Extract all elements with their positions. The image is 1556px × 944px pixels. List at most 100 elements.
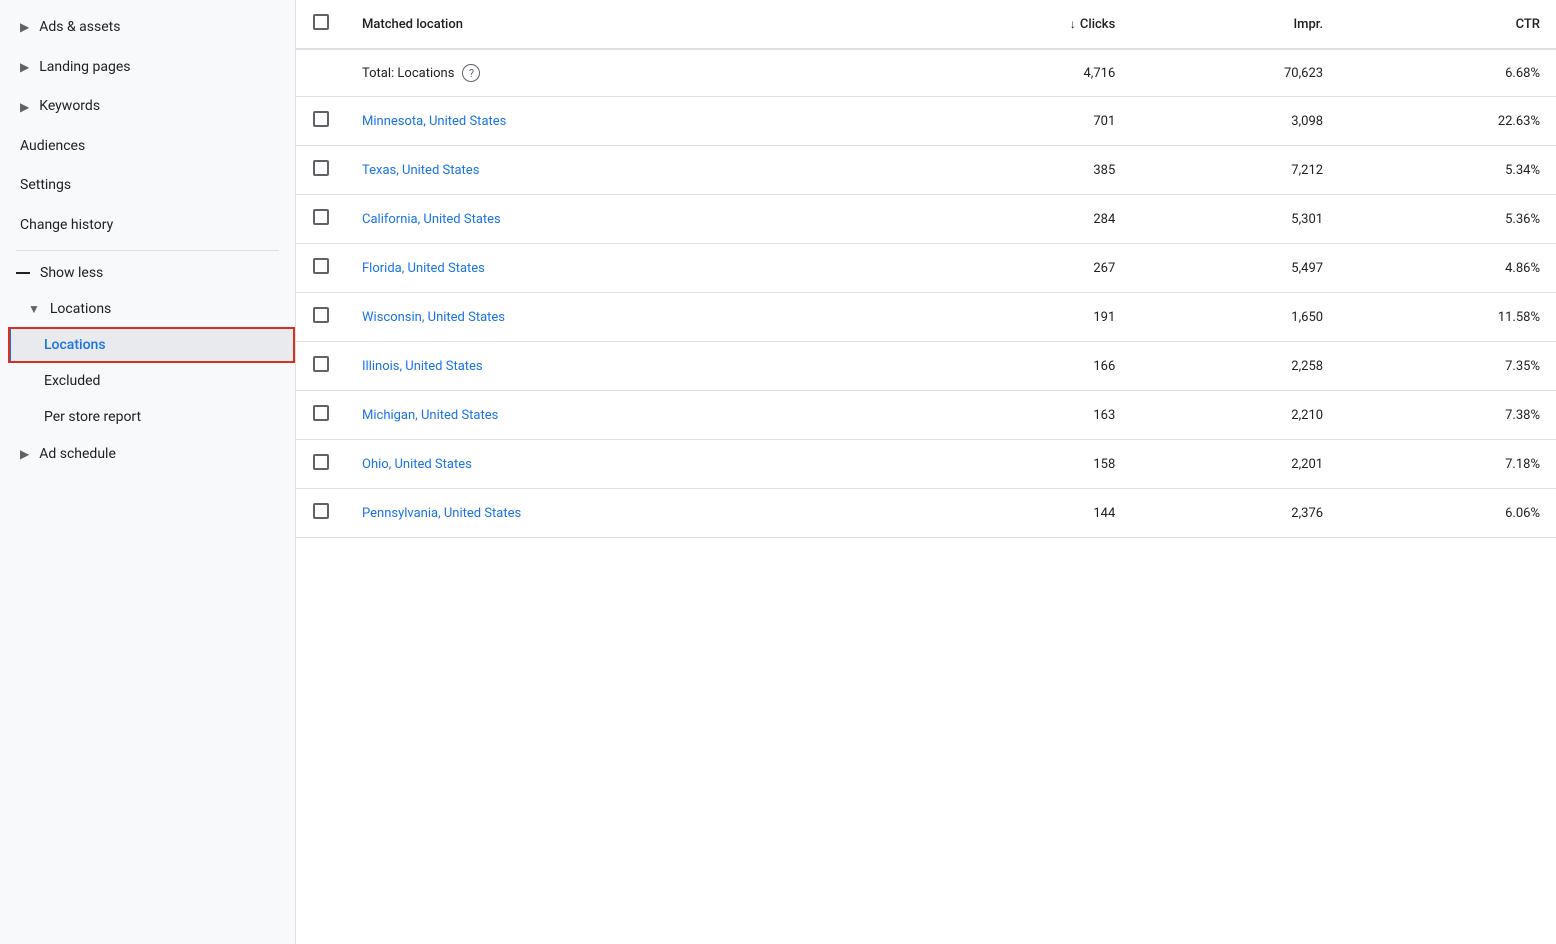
- row-impr: 2,210: [1131, 391, 1339, 440]
- row-checkbox[interactable]: [313, 503, 329, 519]
- expand-arrow-icon: ▶: [20, 446, 29, 463]
- sidebar-item-landing-pages[interactable]: ▶ Landing pages: [0, 48, 295, 88]
- row-ctr: 6.06%: [1339, 489, 1556, 538]
- locations-sub-label: Locations: [44, 337, 106, 353]
- info-icon[interactable]: ?: [462, 64, 480, 82]
- sidebar-item-per-store-report[interactable]: Per store report: [8, 399, 295, 435]
- row-location: Michigan, United States: [346, 391, 905, 440]
- sidebar-item-locations[interactable]: Locations: [8, 327, 295, 363]
- total-checkbox-cell: [296, 49, 346, 97]
- total-locations-text: Total: Locations: [362, 66, 454, 81]
- sidebar-item-change-history[interactable]: Change history: [0, 206, 295, 246]
- table-row: Texas, United States 385 7,212 5.34%: [296, 146, 1556, 195]
- sidebar-item-audiences[interactable]: Audiences: [0, 127, 295, 167]
- row-checkbox[interactable]: [313, 307, 329, 323]
- location-link[interactable]: Minnesota, United States: [362, 114, 506, 129]
- row-checkbox[interactable]: [313, 111, 329, 127]
- row-location: Florida, United States: [346, 244, 905, 293]
- locations-header[interactable]: ▼ Locations: [8, 291, 295, 327]
- location-link[interactable]: Ohio, United States: [362, 457, 472, 472]
- row-clicks: 163: [905, 391, 1131, 440]
- location-link[interactable]: California, United States: [362, 212, 501, 227]
- row-impr: 5,301: [1131, 195, 1339, 244]
- total-row: Total: Locations ? 4,716 70,623 6.68%: [296, 49, 1556, 97]
- sidebar-item-label: Keywords: [39, 97, 100, 117]
- row-ctr: 7.35%: [1339, 342, 1556, 391]
- sort-down-icon: ↓: [1070, 17, 1076, 31]
- row-checkbox-cell[interactable]: [296, 195, 346, 244]
- row-impr: 2,201: [1131, 440, 1339, 489]
- row-location: Wisconsin, United States: [346, 293, 905, 342]
- location-link[interactable]: Texas, United States: [362, 163, 479, 178]
- location-link[interactable]: Michigan, United States: [362, 408, 498, 423]
- row-clicks: 158: [905, 440, 1131, 489]
- locations-header-label: Locations: [50, 301, 111, 317]
- total-ctr: 6.68%: [1339, 49, 1556, 97]
- row-clicks: 166: [905, 342, 1131, 391]
- sidebar-item-ad-schedule[interactable]: ▶ Ad schedule: [0, 435, 295, 475]
- header-clicks[interactable]: ↓Clicks: [905, 0, 1131, 49]
- table-row: Pennsylvania, United States 144 2,376 6.…: [296, 489, 1556, 538]
- table-row: Minnesota, United States 701 3,098 22.63…: [296, 97, 1556, 146]
- total-label-cell: Total: Locations ?: [346, 49, 905, 97]
- row-impr: 5,497: [1131, 244, 1339, 293]
- header-impr[interactable]: Impr.: [1131, 0, 1339, 49]
- table-row: Illinois, United States 166 2,258 7.35%: [296, 342, 1556, 391]
- row-impr: 1,650: [1131, 293, 1339, 342]
- table-row: Florida, United States 267 5,497 4.86%: [296, 244, 1556, 293]
- row-checkbox-cell[interactable]: [296, 440, 346, 489]
- row-ctr: 4.86%: [1339, 244, 1556, 293]
- table-row: Michigan, United States 163 2,210 7.38%: [296, 391, 1556, 440]
- sidebar-item-ads-assets[interactable]: ▶ Ads & assets: [0, 8, 295, 48]
- table-header-row: Matched location ↓Clicks Impr. CTR: [296, 0, 1556, 49]
- sidebar-item-settings[interactable]: Settings: [0, 166, 295, 206]
- row-ctr: 5.36%: [1339, 195, 1556, 244]
- row-location: Texas, United States: [346, 146, 905, 195]
- row-clicks: 267: [905, 244, 1131, 293]
- row-location: Minnesota, United States: [346, 97, 905, 146]
- table-row: California, United States 284 5,301 5.36…: [296, 195, 1556, 244]
- sidebar-item-label: Ads & assets: [39, 18, 120, 38]
- row-ctr: 5.34%: [1339, 146, 1556, 195]
- row-impr: 2,376: [1131, 489, 1339, 538]
- row-checkbox[interactable]: [313, 258, 329, 274]
- row-checkbox-cell[interactable]: [296, 293, 346, 342]
- row-checkbox[interactable]: [313, 209, 329, 225]
- row-checkbox[interactable]: [313, 405, 329, 421]
- row-location: Illinois, United States: [346, 342, 905, 391]
- excluded-label: Excluded: [44, 373, 100, 389]
- header-checkbox-col[interactable]: [296, 0, 346, 49]
- row-checkbox-cell[interactable]: [296, 391, 346, 440]
- expand-arrow-icon: ▶: [20, 99, 29, 116]
- row-checkbox[interactable]: [313, 356, 329, 372]
- show-less-label: Show less: [40, 265, 103, 281]
- sidebar-item-excluded[interactable]: Excluded: [8, 363, 295, 399]
- sidebar-item-keywords[interactable]: ▶ Keywords: [0, 87, 295, 127]
- location-link[interactable]: Illinois, United States: [362, 359, 483, 374]
- row-clicks: 144: [905, 489, 1131, 538]
- row-impr: 7,212: [1131, 146, 1339, 195]
- header-ctr[interactable]: CTR: [1339, 0, 1556, 49]
- location-link[interactable]: Wisconsin, United States: [362, 310, 505, 325]
- header-matched-location[interactable]: Matched location: [346, 0, 905, 49]
- row-checkbox-cell[interactable]: [296, 97, 346, 146]
- row-checkbox-cell[interactable]: [296, 342, 346, 391]
- sidebar-item-label: Change history: [20, 216, 113, 236]
- row-ctr: 22.63%: [1339, 97, 1556, 146]
- row-clicks: 284: [905, 195, 1131, 244]
- row-checkbox-cell[interactable]: [296, 489, 346, 538]
- table-row: Ohio, United States 158 2,201 7.18%: [296, 440, 1556, 489]
- total-clicks: 4,716: [905, 49, 1131, 97]
- row-clicks: 191: [905, 293, 1131, 342]
- row-checkbox[interactable]: [313, 160, 329, 176]
- row-checkbox-cell[interactable]: [296, 146, 346, 195]
- show-less-button[interactable]: Show less: [0, 255, 295, 291]
- location-link[interactable]: Florida, United States: [362, 261, 485, 276]
- row-checkbox-cell[interactable]: [296, 244, 346, 293]
- row-checkbox[interactable]: [313, 454, 329, 470]
- row-ctr: 7.18%: [1339, 440, 1556, 489]
- select-all-checkbox[interactable]: [313, 14, 329, 30]
- location-link[interactable]: Pennsylvania, United States: [362, 506, 521, 521]
- sidebar-item-label: Landing pages: [39, 58, 130, 78]
- row-ctr: 11.58%: [1339, 293, 1556, 342]
